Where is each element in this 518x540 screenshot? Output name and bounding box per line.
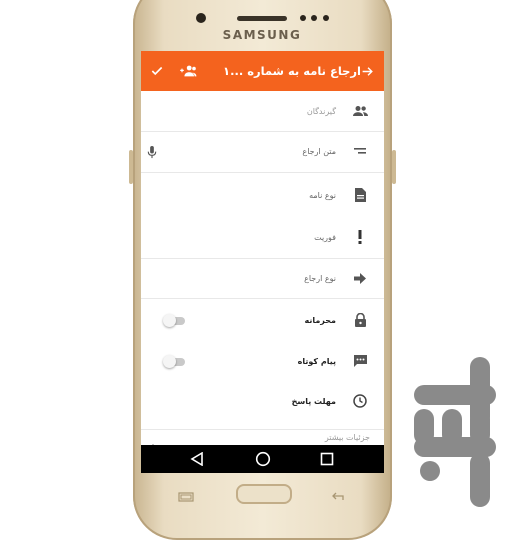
referral-text-label: متن ارجاع xyxy=(302,146,336,156)
sms-row: پیام کوتاه xyxy=(141,341,384,381)
back-button[interactable] xyxy=(358,51,376,91)
confidential-toggle[interactable] xyxy=(163,314,185,327)
confirm-button[interactable] xyxy=(147,51,167,91)
app-bar: ارجاع نامه به شماره ...۱ xyxy=(141,51,384,91)
recipients-row[interactable]: گیرندگان xyxy=(141,91,384,131)
store-logo-icon xyxy=(414,357,496,507)
referral-type-row[interactable]: نوع ارجاع xyxy=(141,258,384,298)
message-icon xyxy=(352,353,368,369)
letter-type-row[interactable]: نوع نامه xyxy=(141,175,384,215)
lock-icon xyxy=(352,312,368,328)
referral-type-label: نوع ارجاع xyxy=(304,273,336,283)
confidential-row: محرمانه xyxy=(141,300,384,340)
confidential-label: محرمانه xyxy=(304,315,336,325)
deadline-row[interactable]: مهلت پاسخ xyxy=(141,381,384,421)
circle-home-icon[interactable] xyxy=(255,451,271,467)
arrow-right-icon xyxy=(362,66,373,76)
system-nav-bar xyxy=(141,445,384,473)
deadline-label: مهلت پاسخ xyxy=(291,396,336,406)
triangle-back-icon[interactable] xyxy=(190,452,204,466)
referral-text-field[interactable]: متن ارجاع xyxy=(141,131,384,171)
earpiece-speaker xyxy=(237,16,287,21)
toggle-knob xyxy=(163,355,176,368)
sensor-dot xyxy=(311,15,317,21)
screen: ارجاع نامه به شماره ...۱ گیرندگان متن ار… xyxy=(141,51,384,473)
document-icon xyxy=(352,187,368,203)
front-camera xyxy=(196,13,206,23)
sensor-dot xyxy=(300,15,306,21)
recipients-label: گیرندگان xyxy=(306,106,336,116)
letter-type-label: نوع نامه xyxy=(309,190,336,200)
chevron-up-icon xyxy=(149,434,159,448)
page-title: ارجاع نامه به شماره ...۱ xyxy=(223,64,361,78)
divider xyxy=(141,298,384,299)
divider xyxy=(141,172,384,173)
arrow-forward-icon xyxy=(352,270,368,286)
home-key[interactable] xyxy=(236,484,292,504)
square-recents-icon[interactable] xyxy=(320,452,334,466)
check-icon xyxy=(151,66,163,76)
urgency-row[interactable]: فوریت xyxy=(141,217,384,257)
more-details-row[interactable]: جزئیات بیشتر xyxy=(141,430,384,448)
sms-toggle[interactable] xyxy=(163,355,185,368)
urgency-label: فوریت xyxy=(314,232,336,242)
device-brand: SAMSUNG xyxy=(222,28,302,42)
recents-key-icon[interactable] xyxy=(178,487,194,502)
toggle-knob xyxy=(163,314,176,327)
sensor-dot xyxy=(323,15,329,21)
exclamation-icon xyxy=(352,229,368,245)
people-icon xyxy=(352,103,368,119)
clock-icon xyxy=(352,393,368,409)
group-add-icon xyxy=(180,65,197,77)
sms-label: پیام کوتاه xyxy=(297,356,336,366)
short-text-icon xyxy=(352,143,368,159)
more-details-label: جزئیات بیشتر xyxy=(324,433,370,442)
microphone-icon[interactable] xyxy=(147,144,159,159)
back-key-icon[interactable] xyxy=(330,487,346,500)
power-button xyxy=(392,150,396,184)
volume-button xyxy=(129,150,133,184)
add-recipients-button[interactable] xyxy=(177,51,199,91)
